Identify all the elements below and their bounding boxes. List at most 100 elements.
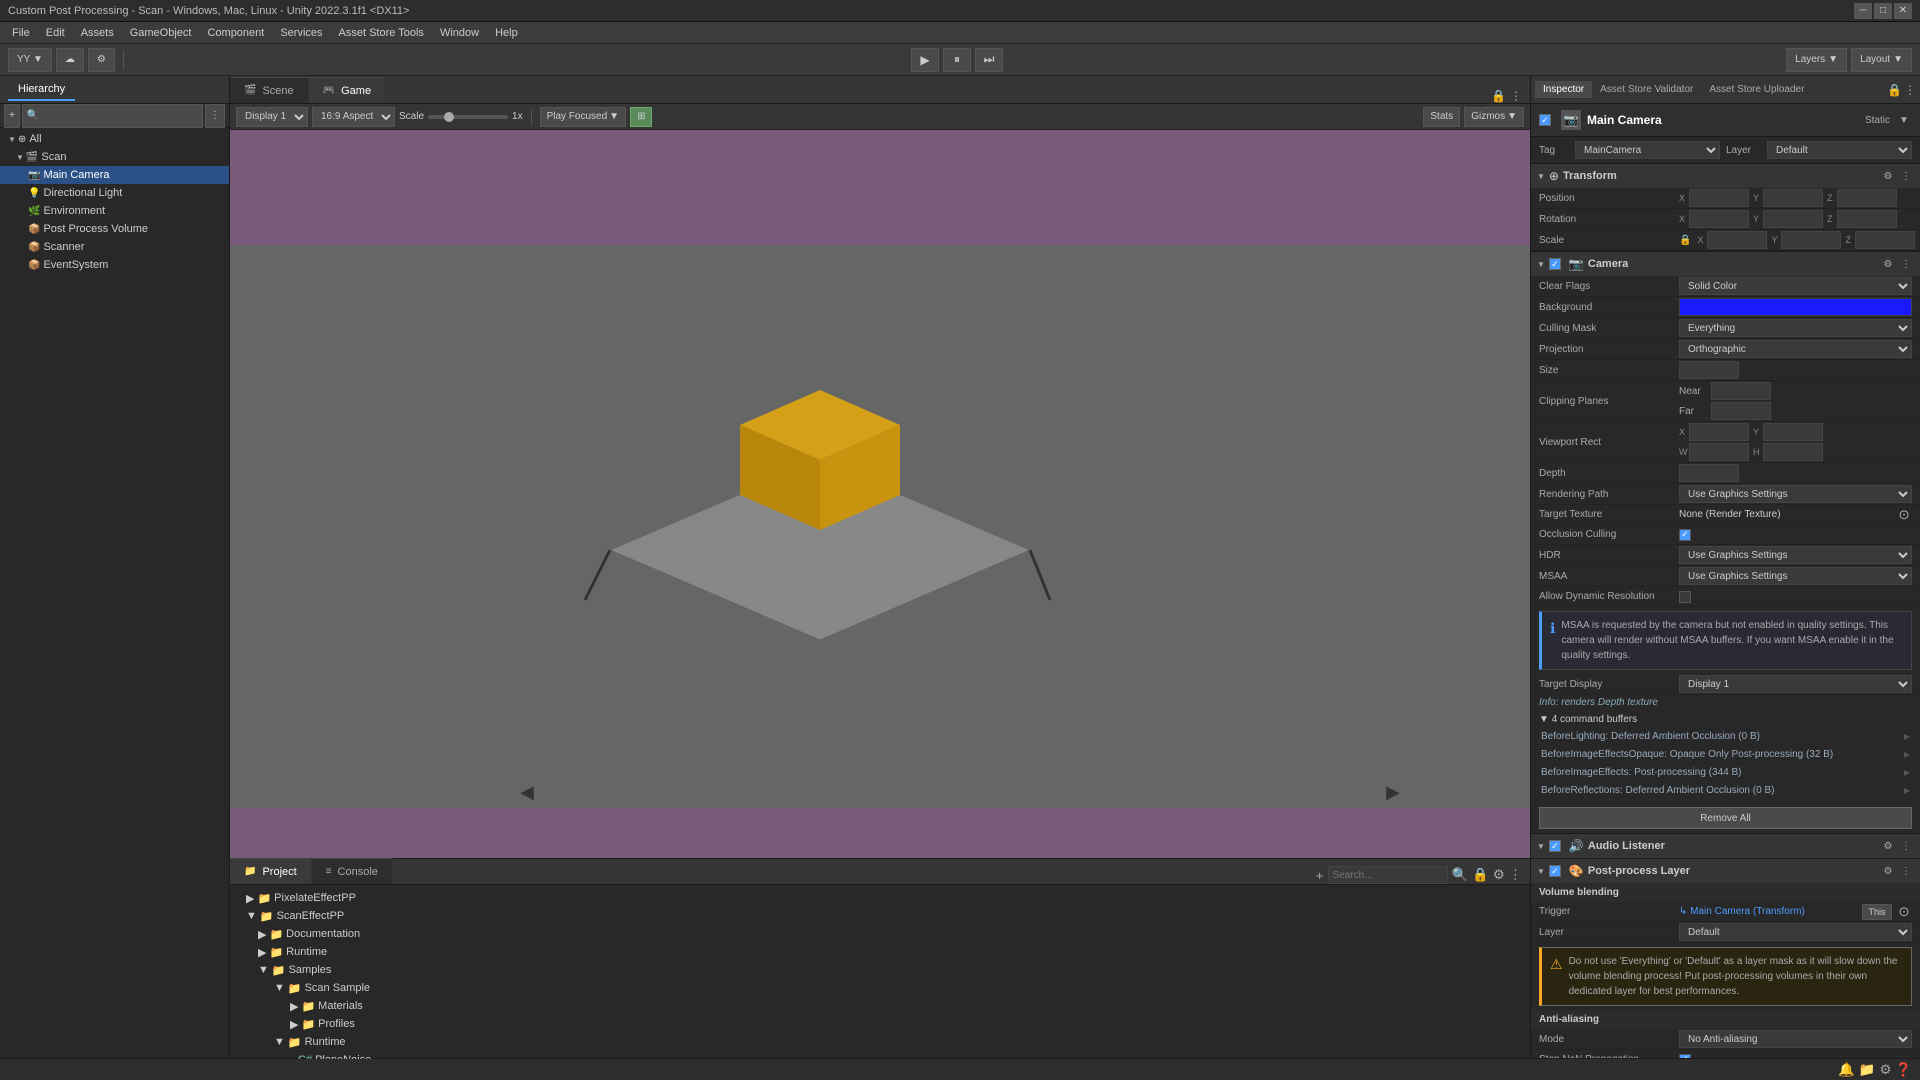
- trigger-value[interactable]: ↳ Main Camera (Transform): [1679, 906, 1858, 917]
- minimize-button[interactable]: ─: [1854, 3, 1872, 19]
- near-input[interactable]: 0.01: [1711, 382, 1771, 400]
- hierarchy-tab[interactable]: Hierarchy: [8, 79, 75, 101]
- ft-item-samples[interactable]: ▼ 📁 Samples: [234, 961, 1526, 979]
- project-more-icon[interactable]: ⋮: [1509, 867, 1522, 883]
- aa-mode-select[interactable]: No Anti-aliasing: [1679, 1030, 1912, 1048]
- menu-file[interactable]: File: [4, 25, 38, 41]
- object-enable-checkbox[interactable]: ✓: [1539, 114, 1551, 126]
- ft-item-runtime2[interactable]: ▼ 📁 Runtime: [234, 1033, 1526, 1051]
- audio-listener-settings-button[interactable]: ⚙: [1880, 838, 1896, 854]
- ft-item-profiles[interactable]: ▶ 📁 Profiles: [234, 1015, 1526, 1033]
- asset-store-uploader-tab[interactable]: Asset Store Uploader: [1701, 81, 1812, 98]
- ft-item-planenoise[interactable]: C# PlaneNoise: [234, 1051, 1526, 1059]
- asset-store-validator-tab[interactable]: Asset Store Validator: [1592, 81, 1701, 98]
- ft-item-scan-effect[interactable]: ▼ 📁 ScanEffectPP: [234, 907, 1526, 925]
- gizmos-button[interactable]: Gizmos ▼: [1464, 107, 1524, 127]
- cmd-item-3[interactable]: BeforeReflections: Deferred Ambient Occl…: [1539, 781, 1912, 799]
- ft-item-documentation[interactable]: ▶ 📁 Documentation: [234, 925, 1526, 943]
- vr-x-input[interactable]: 0: [1689, 423, 1749, 441]
- ft-item-scan-sample[interactable]: ▼ 📁 Scan Sample: [234, 979, 1526, 997]
- projection-select[interactable]: Orthographic: [1679, 340, 1912, 358]
- game-tab[interactable]: 🎮 Game: [309, 77, 386, 103]
- hierarchy-item-scanner[interactable]: 📦 Scanner: [0, 238, 229, 256]
- rotation-y-input[interactable]: -43.557: [1763, 210, 1823, 228]
- pp-layer-more-button[interactable]: ⋮: [1898, 863, 1914, 879]
- stats-button[interactable]: Stats: [1423, 107, 1460, 127]
- rendering-path-select[interactable]: Use Graphics Settings: [1679, 485, 1912, 503]
- msaa-select[interactable]: Use Graphics Settings: [1679, 567, 1912, 585]
- ft-item-pixelate[interactable]: ▶ 📁 PixelateEffectPP: [234, 889, 1526, 907]
- scale-x-input[interactable]: 1: [1707, 231, 1767, 249]
- position-z-input[interactable]: -3.116539: [1837, 189, 1897, 207]
- trigger-this-button[interactable]: This: [1862, 904, 1892, 920]
- hierarchy-item-post-process[interactable]: 📦 Post Process Volume: [0, 220, 229, 238]
- remove-all-button[interactable]: Remove All: [1539, 807, 1912, 829]
- menu-gameobject[interactable]: GameObject: [122, 25, 200, 41]
- pp-layer-enable-checkbox[interactable]: ✓: [1549, 865, 1561, 877]
- scene-tab[interactable]: 🎬 Scene: [230, 77, 309, 103]
- hierarchy-item-environment[interactable]: 🌿 Environment: [0, 202, 229, 220]
- project-settings-icon[interactable]: ⚙: [1493, 867, 1505, 883]
- audio-listener-enable-checkbox[interactable]: ✓: [1549, 840, 1561, 852]
- camera-settings-button[interactable]: ⚙: [1880, 256, 1896, 272]
- target-display-select[interactable]: Display 1: [1679, 675, 1912, 693]
- pp-layer-settings-button[interactable]: ⚙: [1880, 863, 1896, 879]
- scale-track[interactable]: [428, 115, 508, 119]
- menu-window[interactable]: Window: [432, 25, 487, 41]
- hierarchy-item-scan[interactable]: ▼ 🎬 Scan ⋮: [0, 148, 229, 166]
- camera-enable-checkbox[interactable]: ✓: [1549, 258, 1561, 270]
- menu-edit[interactable]: Edit: [38, 25, 73, 41]
- viewport-lock-button[interactable]: 🔒: [1491, 89, 1506, 103]
- tool-cloud-button[interactable]: ☁: [56, 48, 84, 72]
- trigger-pick-button[interactable]: ⊙: [1896, 904, 1912, 920]
- menu-assets[interactable]: Assets: [73, 25, 122, 41]
- layout-dropdown[interactable]: Layout ▼: [1851, 48, 1912, 72]
- menu-asset-store-tools[interactable]: Asset Store Tools: [331, 25, 432, 41]
- transform-more-button[interactable]: ⋮: [1898, 168, 1914, 184]
- scale-y-input[interactable]: 1: [1781, 231, 1841, 249]
- maximize-button[interactable]: ⊞: [630, 107, 652, 127]
- position-x-input[interactable]: 2.918175: [1689, 189, 1749, 207]
- hierarchy-add-button[interactable]: +: [4, 104, 20, 128]
- play-focused-button[interactable]: Play Focused ▼: [540, 107, 627, 127]
- close-button[interactable]: ✕: [1894, 3, 1912, 19]
- scale-z-input[interactable]: 1: [1855, 231, 1915, 249]
- layers-dropdown[interactable]: Layers ▼: [1786, 48, 1847, 72]
- depth-input[interactable]: -1: [1679, 464, 1739, 482]
- project-add-button[interactable]: +: [1316, 868, 1324, 883]
- vr-y-input[interactable]: 0: [1763, 423, 1823, 441]
- camera-more-button[interactable]: ⋮: [1898, 256, 1914, 272]
- hierarchy-search-button[interactable]: 🔍: [22, 104, 203, 128]
- cmd-item-0[interactable]: BeforeLighting: Deferred Ambient Occlusi…: [1539, 727, 1912, 745]
- ft-item-runtime1[interactable]: ▶ 📁 Runtime: [234, 943, 1526, 961]
- inspector-more-button[interactable]: ⋮: [1904, 83, 1916, 97]
- hierarchy-item-all[interactable]: ▼ ⊕ All: [0, 130, 229, 148]
- status-notify-button[interactable]: 🔔: [1838, 1062, 1855, 1078]
- play-button[interactable]: ▶: [911, 48, 939, 72]
- step-button[interactable]: ⏭: [975, 48, 1003, 72]
- pp-layer-select[interactable]: Default: [1679, 923, 1912, 941]
- game-aspect-select[interactable]: 16:9 Aspect: [312, 107, 395, 127]
- cmd-item-1[interactable]: BeforeImageEffectsOpaque: Opaque Only Po…: [1539, 745, 1912, 763]
- layer-select[interactable]: Default: [1767, 141, 1912, 159]
- allow-dynamic-checkbox[interactable]: [1679, 591, 1691, 603]
- hierarchy-item-event-system[interactable]: 📦 EventSystem: [0, 256, 229, 274]
- rotation-x-input[interactable]: 24.683: [1689, 210, 1749, 228]
- menu-services[interactable]: Services: [272, 25, 330, 41]
- tool-transform-button[interactable]: YY ▼: [8, 48, 52, 72]
- tool-settings-button[interactable]: ⚙: [88, 48, 115, 72]
- hdr-select[interactable]: Use Graphics Settings: [1679, 546, 1912, 564]
- vr-w-input[interactable]: 1: [1689, 443, 1749, 461]
- post-process-layer-header[interactable]: ▼ ✓ 🎨 Post-process Layer ⚙ ⋮: [1531, 859, 1920, 883]
- status-settings-button[interactable]: ⚙: [1879, 1062, 1891, 1078]
- hierarchy-item-directional-light[interactable]: 💡 Directional Light: [0, 184, 229, 202]
- project-search-input[interactable]: [1328, 866, 1448, 884]
- restore-button[interactable]: □: [1874, 3, 1892, 19]
- size-input[interactable]: 5: [1679, 361, 1739, 379]
- rotation-z-input[interactable]: -0.002: [1837, 210, 1897, 228]
- console-tab[interactable]: ≡ Console: [312, 858, 393, 884]
- target-texture-pick-button[interactable]: ⊙: [1896, 507, 1912, 523]
- position-y-input[interactable]: 5.8: [1763, 189, 1823, 207]
- clear-flags-select[interactable]: Solid Color: [1679, 277, 1912, 295]
- status-help-button[interactable]: ❓: [1895, 1062, 1912, 1078]
